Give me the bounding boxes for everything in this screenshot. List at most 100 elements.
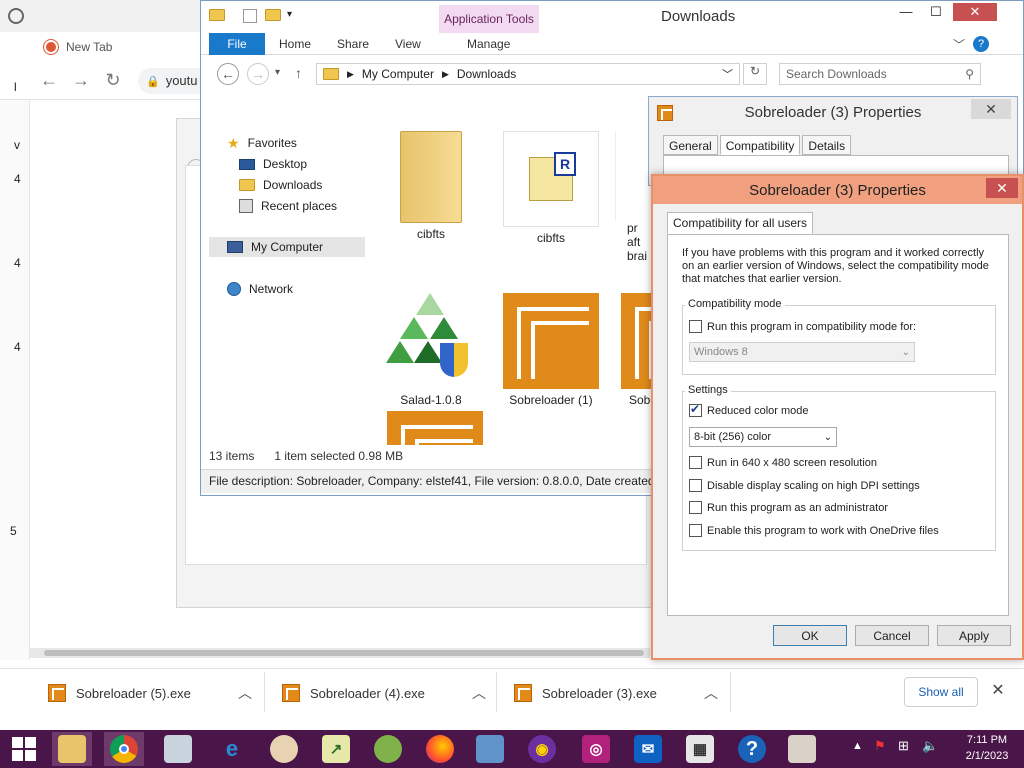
- cancel-button[interactable]: Cancel: [855, 625, 929, 646]
- properties-qat-icon[interactable]: [243, 9, 257, 23]
- taskbar-frog-app[interactable]: [368, 732, 408, 766]
- breadcrumb-item[interactable]: Downloads: [457, 67, 516, 81]
- divider: [264, 672, 265, 712]
- scrollbar-thumb[interactable]: [44, 650, 644, 656]
- paint-icon: [270, 735, 298, 763]
- breadcrumb-item[interactable]: My Computer: [362, 67, 434, 81]
- ok-button[interactable]: OK: [773, 625, 847, 646]
- forward-icon[interactable]: →: [68, 68, 94, 94]
- close-icon[interactable]: ✕: [986, 178, 1018, 198]
- apply-button[interactable]: Apply: [937, 625, 1011, 646]
- tab-manage[interactable]: Manage: [467, 37, 510, 51]
- onedrive-checkbox[interactable]: [689, 524, 702, 537]
- volume-icon[interactable]: 🔈: [922, 738, 938, 754]
- file-item[interactable]: R cibfts: [501, 131, 601, 245]
- taskbar-camera-app[interactable]: ◎: [576, 732, 616, 766]
- download-item[interactable]: Sobreloader (5).exe ︿: [48, 676, 252, 710]
- taskbar-file-explorer[interactable]: [52, 732, 92, 766]
- taskbar-help[interactable]: ?: [732, 732, 772, 766]
- run-admin-row[interactable]: Run this program as an administrator: [689, 501, 888, 514]
- taskbar-mail-app[interactable]: ✉: [628, 732, 668, 766]
- chevron-up-icon[interactable]: ︿: [238, 683, 252, 703]
- minimize-icon[interactable]: —: [891, 3, 921, 21]
- chevron-down-icon[interactable]: ﹀: [722, 66, 733, 82]
- taskbar-package-app[interactable]: [782, 732, 822, 766]
- search-input[interactable]: Search Downloads ⚲: [779, 63, 981, 85]
- download-item[interactable]: Sobreloader (3).exe ︿: [514, 676, 718, 710]
- nav-downloads[interactable]: Downloads: [239, 175, 322, 195]
- run-640-checkbox[interactable]: [689, 456, 702, 469]
- tab-home[interactable]: Home: [279, 37, 311, 51]
- address-bar[interactable]: ▶ My Computer ▶ Downloads ﹀: [316, 63, 740, 85]
- file-item[interactable]: Salad-1.0.8: [381, 293, 481, 407]
- taskbar-media-app[interactable]: ◉: [522, 732, 562, 766]
- close-icon[interactable]: ✕: [971, 99, 1011, 119]
- sobreloader-icon[interactable]: [387, 411, 483, 445]
- browser-menu-icon[interactable]: [8, 8, 24, 24]
- taskbar-control-panel[interactable]: [470, 732, 510, 766]
- help-icon[interactable]: ?: [973, 36, 989, 52]
- file-item[interactable]: Sobreloader (1): [501, 293, 601, 407]
- taskbar-firefox[interactable]: [420, 732, 460, 766]
- tab-view[interactable]: View: [395, 37, 421, 51]
- tab-compatibility-all-users[interactable]: Compatibility for all users: [667, 212, 814, 234]
- recent-locations-icon[interactable]: ▾: [275, 67, 280, 78]
- download-item[interactable]: Sobreloader (4).exe ︿: [282, 676, 486, 710]
- reload-icon[interactable]: ↻: [100, 68, 126, 94]
- tab-details[interactable]: Details: [802, 135, 852, 155]
- taskbar-calculator[interactable]: ▦: [680, 732, 720, 766]
- network-tray-icon[interactable]: ⊞: [898, 738, 909, 754]
- reduced-color-checkbox[interactable]: [689, 402, 702, 417]
- close-icon[interactable]: ✕: [988, 680, 1008, 704]
- qat-dropdown-icon[interactable]: ▾: [287, 9, 292, 20]
- tab-share[interactable]: Share: [337, 37, 369, 51]
- compat-mode-checkbox[interactable]: [689, 320, 702, 333]
- maximize-icon[interactable]: ☐: [921, 3, 951, 21]
- action-center-flag-icon[interactable]: ⚑: [874, 738, 886, 754]
- up-icon[interactable]: ↑: [295, 65, 302, 81]
- start-button[interactable]: [4, 732, 44, 766]
- nav-network[interactable]: Network: [227, 279, 293, 299]
- disable-dpi-row[interactable]: Disable display scaling on high DPI sett…: [689, 479, 920, 492]
- tab-file[interactable]: File: [209, 33, 265, 55]
- application-tools-tab[interactable]: Application Tools: [439, 5, 539, 33]
- chevron-down-icon[interactable]: ﹀: [953, 36, 965, 53]
- nav-my-computer[interactable]: My Computer: [209, 237, 365, 257]
- taskbar-paint[interactable]: [264, 732, 304, 766]
- close-icon[interactable]: ✕: [953, 3, 997, 21]
- chevron-up-icon[interactable]: ︿: [704, 683, 718, 703]
- tab-compatibility[interactable]: Compatibility: [719, 135, 801, 155]
- tab-general[interactable]: General: [663, 135, 718, 155]
- nav-favorites[interactable]: ★ Favorites: [227, 133, 297, 153]
- reduced-color-row[interactable]: Reduced color mode: [689, 402, 809, 417]
- back-icon[interactable]: ←: [36, 68, 62, 94]
- nav-desktop[interactable]: Desktop: [239, 154, 307, 174]
- new-folder-qat-icon[interactable]: [265, 9, 281, 21]
- tray-clock[interactable]: 7:11 PM 2/1/2023: [956, 732, 1018, 764]
- chevron-up-icon[interactable]: ︿: [472, 683, 486, 703]
- file-item[interactable]: cibfts: [381, 131, 481, 241]
- refresh-icon[interactable]: ↻: [743, 63, 767, 85]
- show-all-button[interactable]: Show all: [904, 677, 978, 707]
- calculator-icon: ▦: [686, 735, 714, 763]
- taskbar-chrome[interactable]: [104, 732, 144, 766]
- tray-overflow-icon[interactable]: ▲: [852, 740, 863, 752]
- file-list: cibfts R cibfts pr aft brai Salad-1.0.8 …: [377, 119, 657, 445]
- browser-tab-new[interactable]: New Tab: [34, 32, 214, 62]
- compatibility-dialog: Sobreloader (3) Properties ✕ Compatibili…: [651, 174, 1024, 660]
- taskbar-disk-tool[interactable]: [158, 732, 198, 766]
- back-icon[interactable]: ←: [217, 63, 239, 85]
- disable-dpi-checkbox[interactable]: [689, 479, 702, 492]
- browser-horizontal-scrollbar[interactable]: [30, 648, 650, 658]
- sobreloader-file-icon: [282, 684, 300, 702]
- forward-icon[interactable]: →: [247, 63, 269, 85]
- run-admin-checkbox[interactable]: [689, 501, 702, 514]
- compat-mode-row[interactable]: Run this program in compatibility mode f…: [689, 320, 916, 333]
- compat-mode-select[interactable]: Windows 8 ⌄: [689, 342, 915, 362]
- taskbar-internet-explorer[interactable]: e: [212, 732, 252, 766]
- taskbar-app-installer[interactable]: ↗: [316, 732, 356, 766]
- nav-recent-places[interactable]: Recent places: [239, 196, 337, 216]
- onedrive-row[interactable]: Enable this program to work with OneDriv…: [689, 524, 939, 537]
- color-mode-select[interactable]: 8-bit (256) color ⌄: [689, 427, 837, 447]
- run-640-row[interactable]: Run in 640 x 480 screen resolution: [689, 456, 877, 469]
